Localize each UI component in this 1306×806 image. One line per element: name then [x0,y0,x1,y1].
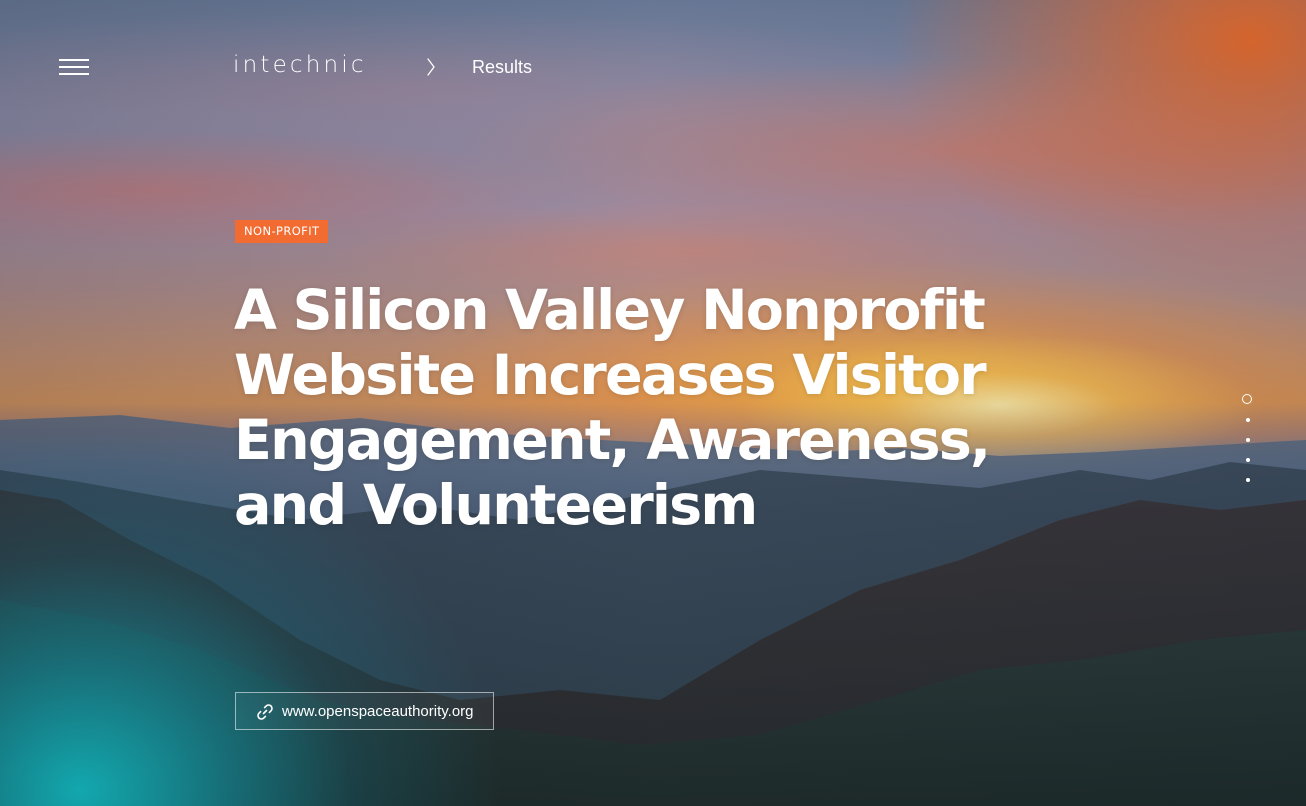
category-tag[interactable]: NON-PROFIT [235,220,329,243]
hero-section: intechnic Results NON-PROFIT A Silicon V… [0,0,1306,806]
link-icon [257,704,273,720]
slide-dot-5[interactable] [1246,478,1250,482]
slide-dot-4[interactable] [1246,458,1250,462]
hamburger-menu-icon[interactable] [59,59,89,75]
menu-line [59,66,89,68]
menu-line [59,59,89,61]
slide-dot-3[interactable] [1246,438,1250,442]
menu-line [59,73,89,75]
website-link-label: www.openspaceauthority.org [282,703,474,720]
slide-dot-1[interactable] [1242,394,1252,404]
page-title: A Silicon Valley Nonprofit Website Incre… [234,278,991,538]
brand-logo[interactable]: intechnic [233,52,367,78]
breadcrumb-results[interactable]: Results [472,57,532,78]
slide-dot-2[interactable] [1246,418,1250,422]
slide-pagination [1240,392,1256,487]
website-link-button[interactable]: www.openspaceauthority.org [235,692,494,730]
chevron-right-icon [427,58,435,76]
